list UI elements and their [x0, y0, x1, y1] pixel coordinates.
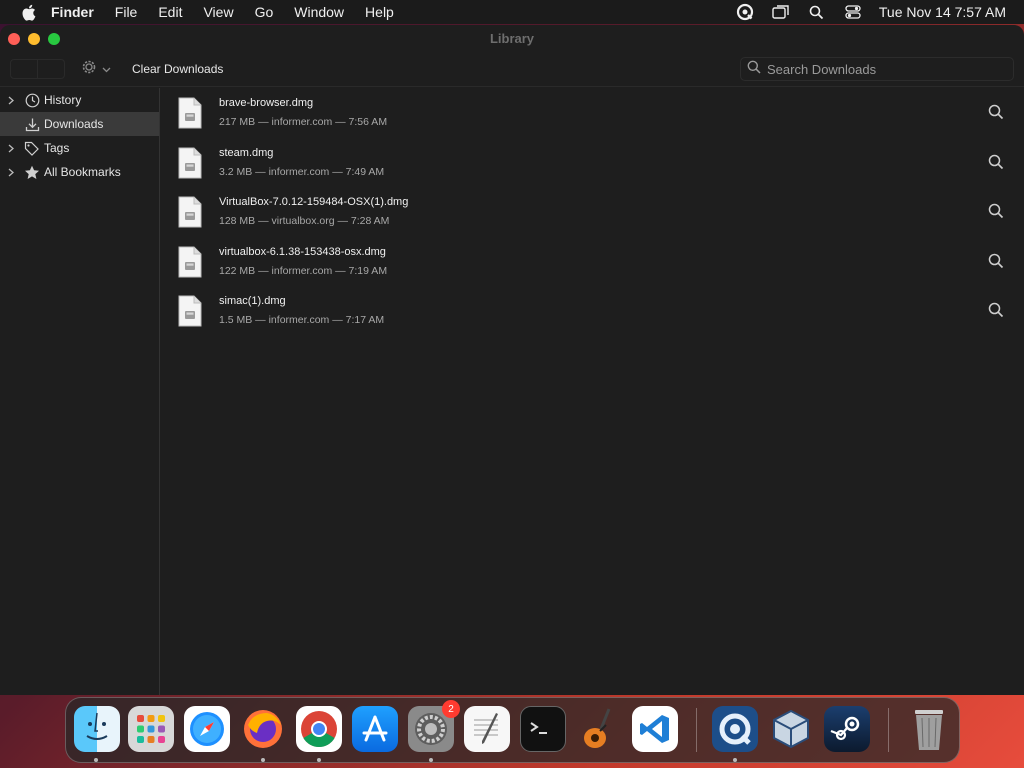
garageband-icon[interactable]	[576, 706, 622, 752]
dmg-file-icon	[178, 97, 202, 129]
vscode-icon[interactable]	[632, 706, 678, 752]
running-indicator	[317, 758, 321, 762]
app-store-icon[interactable]	[352, 706, 398, 752]
show-in-finder-icon[interactable]	[988, 302, 1004, 318]
steam-icon[interactable]	[824, 706, 870, 752]
download-file-meta: 1.5 MB — informer.com — 7:17 AM	[219, 314, 385, 326]
sidebar-item-label: All Bookmarks	[44, 165, 121, 179]
download-file-meta: 128 MB — virtualbox.org — 7:28 AM	[219, 215, 390, 227]
terminal-icon[interactable]	[520, 706, 566, 752]
chevron-right-icon[interactable]	[8, 144, 18, 153]
quicktime-icon[interactable]	[712, 706, 758, 752]
window-switcher-icon[interactable]	[771, 2, 791, 22]
running-indicator	[261, 758, 265, 762]
sidebar-item-label: Tags	[44, 141, 70, 155]
dmg-file-icon	[178, 246, 202, 278]
search-downloads-input[interactable]	[767, 61, 997, 77]
download-file-name: VirtualBox-7.0.12-159484-OSX(1).dmg	[219, 196, 409, 208]
sidebar-item-all-bookmarks[interactable]: All Bookmarks	[0, 160, 159, 184]
menu-go[interactable]: Go	[255, 4, 274, 20]
downloads-list: brave-browser.dmg 217 MB — informer.com …	[161, 88, 1024, 695]
menu-edit[interactable]: Edit	[158, 4, 182, 20]
clock-icon	[24, 92, 40, 108]
chrome-icon[interactable]	[296, 706, 342, 752]
download-file-meta: 217 MB — informer.com — 7:56 AM	[219, 116, 388, 128]
dmg-file-icon	[178, 147, 202, 179]
star-icon	[24, 164, 40, 180]
library-window: Library Clear Downloads Search Downloads…	[0, 25, 1024, 695]
chevron-right-icon[interactable]	[8, 168, 18, 177]
clear-downloads-button[interactable]: Clear Downloads	[132, 62, 223, 76]
download-file-name: brave-browser.dmg	[219, 97, 314, 109]
back-forward-buttons	[10, 59, 65, 79]
sidebar-item-label: Downloads	[44, 117, 104, 131]
notification-badge: 2	[442, 700, 460, 718]
show-in-finder-icon[interactable]	[988, 154, 1004, 170]
gear-icon	[80, 58, 98, 81]
sidebar-item-downloads[interactable]: Downloads	[0, 112, 159, 136]
sidebar-item-tags[interactable]: Tags	[0, 136, 159, 160]
launchpad-icon[interactable]	[128, 706, 174, 752]
title-bar[interactable]: Library	[0, 25, 1024, 53]
menu-clock[interactable]: Tue Nov 14 7:57 AM	[879, 4, 1006, 20]
list-item[interactable]: simac(1).dmg 1.5 MB — informer.com — 7:1…	[161, 286, 1024, 336]
app-menu[interactable]: Finder	[51, 4, 94, 20]
organize-menu-button[interactable]	[80, 59, 116, 79]
firefox-icon[interactable]	[240, 706, 286, 752]
download-file-meta: 122 MB — informer.com — 7:19 AM	[219, 264, 388, 277]
safari-icon[interactable]	[184, 706, 230, 752]
running-indicator	[429, 758, 433, 762]
show-in-finder-icon[interactable]	[988, 203, 1004, 219]
download-file-name: simac(1).dmg	[219, 295, 286, 307]
search-icon	[747, 60, 761, 79]
trash-icon[interactable]	[906, 706, 952, 752]
finder-icon[interactable]	[74, 706, 120, 752]
tag-icon	[24, 140, 40, 156]
dock-separator	[888, 708, 889, 752]
quicktime-status-icon[interactable]	[735, 2, 755, 22]
back-button[interactable]	[11, 60, 38, 78]
textedit-icon[interactable]	[464, 706, 510, 752]
spotlight-icon[interactable]	[807, 2, 827, 22]
sidebar-item-label: History	[44, 93, 82, 107]
menu-bar: Finder File Edit View Go Window Help Tue…	[0, 0, 1024, 24]
chevron-right-icon[interactable]	[8, 96, 18, 105]
dmg-file-icon	[178, 196, 202, 228]
running-indicator	[94, 758, 98, 762]
dock-separator	[696, 708, 697, 752]
download-file-name: steam.dmg	[219, 146, 274, 159]
chevron-down-icon	[102, 60, 111, 78]
show-in-finder-icon[interactable]	[988, 253, 1004, 269]
menu-view[interactable]: View	[203, 4, 233, 20]
window-title: Library	[489, 31, 535, 46]
list-item[interactable]: steam.dmg 3.2 MB — informer.com — 7:49 A…	[161, 138, 1024, 188]
menu-file[interactable]: File	[115, 4, 138, 20]
list-item[interactable]: brave-browser.dmg 217 MB — informer.com …	[161, 88, 1024, 138]
system-settings-icon[interactable]: 2	[408, 700, 460, 752]
download-file-name: virtualbox-6.1.38-153438-osx.dmg	[219, 245, 386, 258]
toolbar: Clear Downloads	[0, 53, 1024, 87]
dmg-file-icon	[178, 295, 202, 327]
status-area: Tue Nov 14 7:57 AM	[719, 0, 1006, 24]
dock: 2	[65, 697, 960, 763]
menu-help[interactable]: Help	[365, 4, 394, 20]
list-item[interactable]: VirtualBox-7.0.12-159484-OSX(1).dmg 128 …	[161, 187, 1024, 237]
download-icon	[24, 116, 40, 132]
sidebar-item-history[interactable]: History	[0, 88, 159, 112]
control-center-icon[interactable]	[843, 2, 863, 22]
apple-menu-icon[interactable]	[17, 1, 39, 23]
running-indicator	[733, 758, 737, 762]
sidebar: History Downloads Tags All Bookmarks	[0, 88, 160, 695]
menu-window[interactable]: Window	[294, 4, 344, 20]
download-file-meta: 3.2 MB — informer.com — 7:49 AM	[219, 165, 385, 178]
forward-button[interactable]	[38, 60, 64, 78]
show-in-finder-icon[interactable]	[988, 104, 1004, 120]
list-item[interactable]: virtualbox-6.1.38-153438-osx.dmg 122 MB …	[161, 237, 1024, 287]
search-field[interactable]	[740, 57, 1014, 81]
virtualbox-icon[interactable]	[768, 706, 814, 752]
